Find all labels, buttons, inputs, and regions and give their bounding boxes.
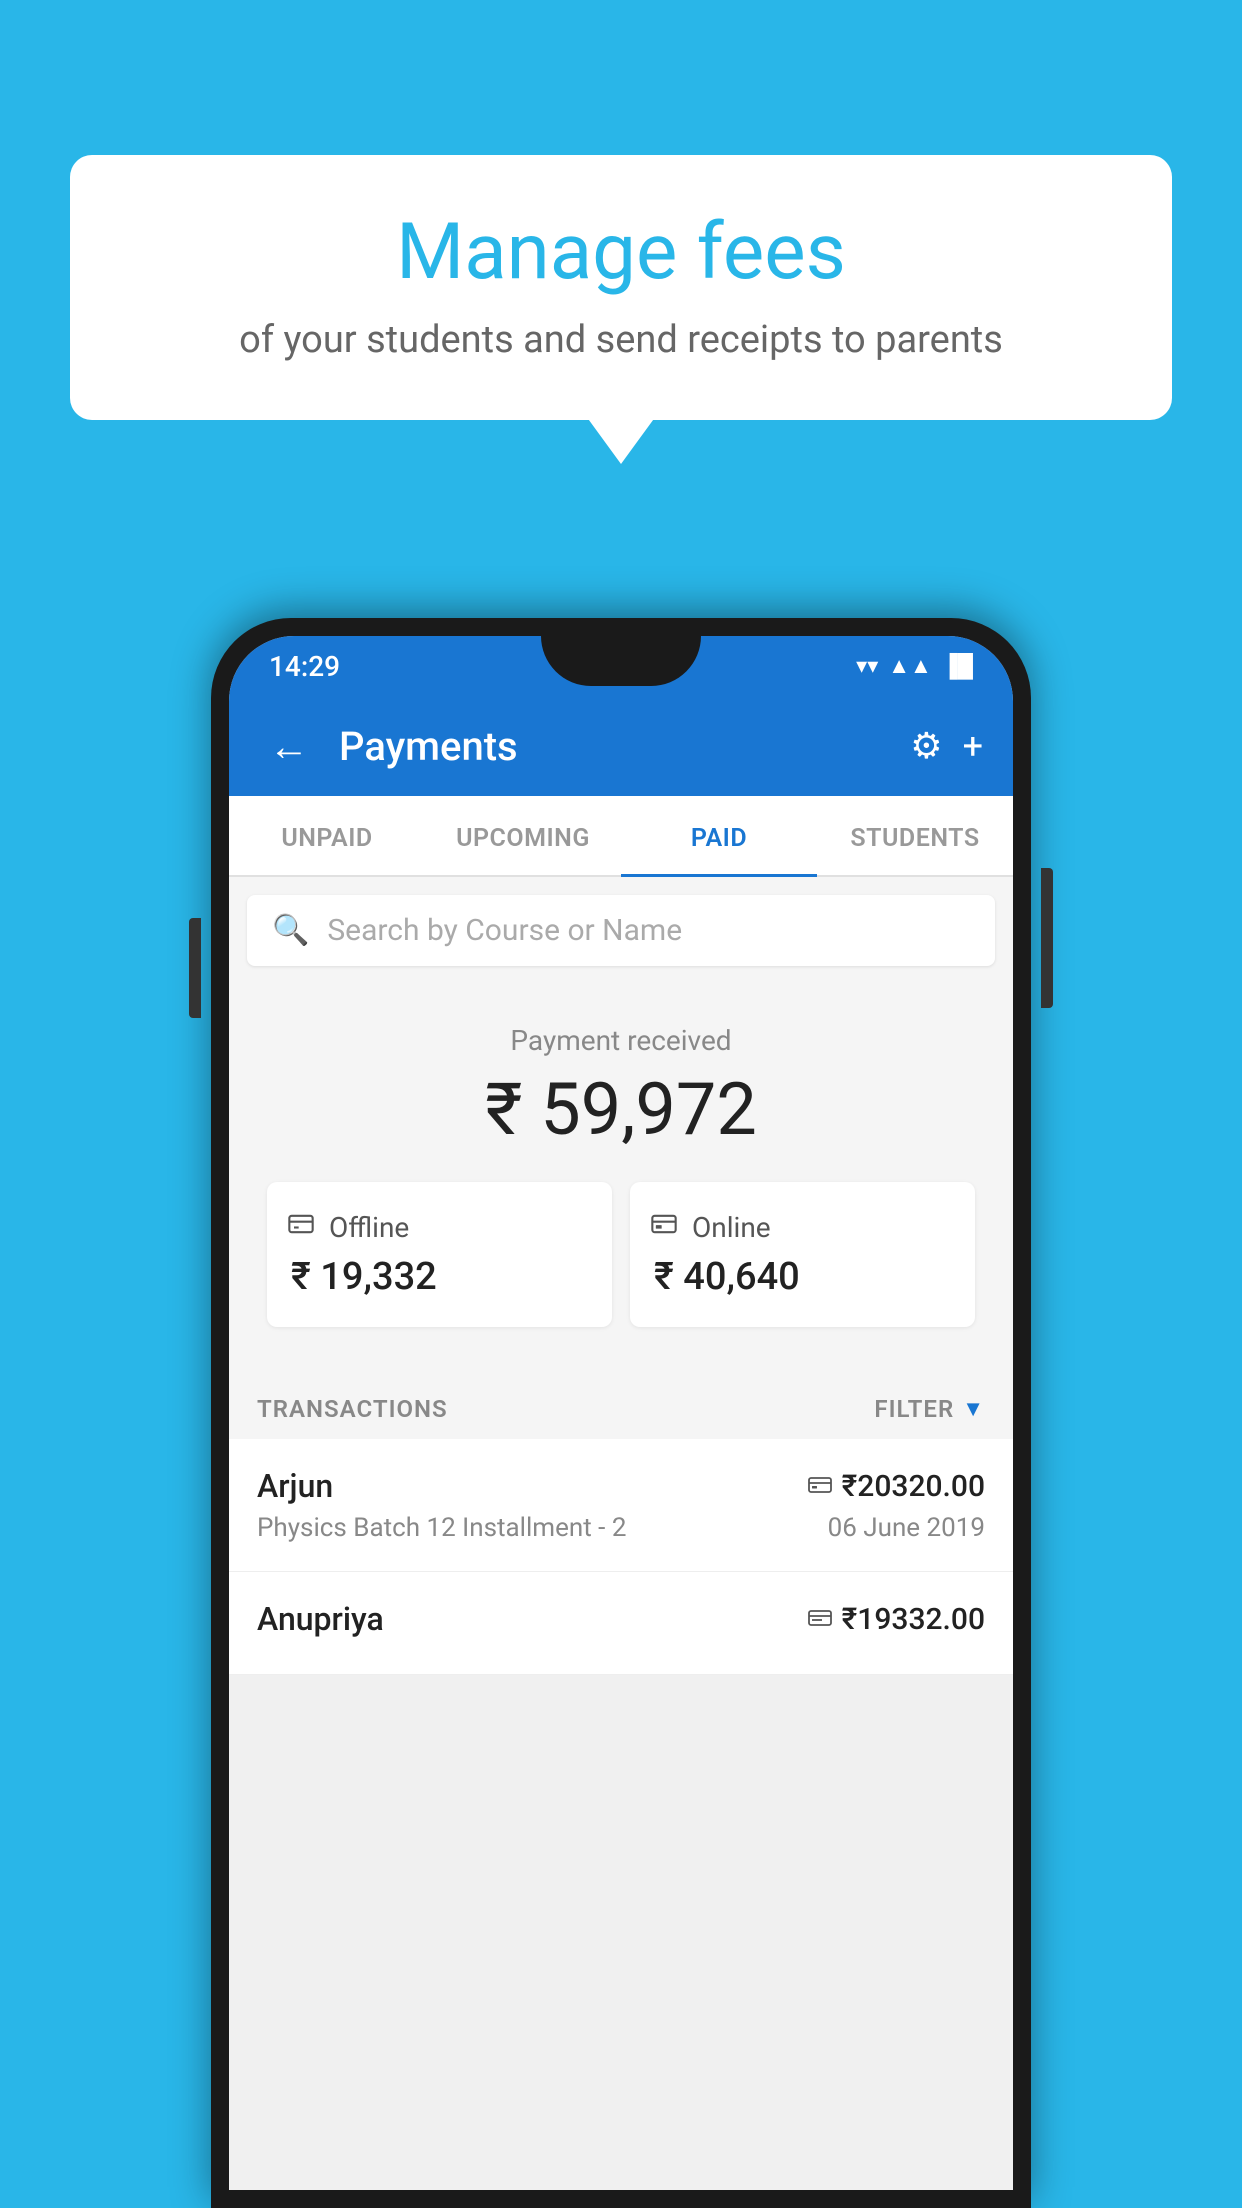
- tab-students[interactable]: STUDENTS: [817, 796, 1013, 875]
- back-button[interactable]: ←: [259, 713, 319, 780]
- filter-button[interactable]: FILTER ▼: [874, 1395, 985, 1423]
- offline-card-header: Offline: [287, 1210, 409, 1245]
- app-bar: ← Payments ⚙ +: [229, 696, 1013, 796]
- content-area: 🔍 Search by Course or Name Payment recei…: [229, 877, 1013, 1675]
- offline-icon: [287, 1210, 315, 1245]
- signal-icon: ▲▲: [888, 653, 932, 679]
- transaction-card-icon: [808, 1472, 832, 1500]
- transaction-card-icon: [808, 1605, 832, 1633]
- search-icon: 🔍: [272, 913, 309, 948]
- bubble-title: Manage fees: [130, 210, 1112, 296]
- bubble-subtitle: of your students and send receipts to pa…: [130, 316, 1112, 365]
- filter-label: FILTER: [874, 1395, 954, 1423]
- transaction-detail: Physics Batch 12 Installment - 2: [257, 1513, 626, 1543]
- transaction-name: Anupriya: [257, 1600, 384, 1638]
- offline-card: Offline ₹ 19,332: [267, 1182, 612, 1327]
- transaction-name: Arjun: [257, 1467, 333, 1505]
- filter-icon: ▼: [962, 1396, 985, 1422]
- online-card-header: Online: [650, 1210, 771, 1245]
- table-row[interactable]: Anupriya ₹19332.00: [229, 1572, 1013, 1675]
- payment-received-label: Payment received: [249, 1024, 993, 1057]
- transaction-row-top: Anupriya ₹19332.00: [257, 1600, 985, 1638]
- search-container[interactable]: 🔍 Search by Course or Name: [247, 895, 995, 966]
- transaction-amount: ₹20320.00: [842, 1469, 985, 1504]
- app-bar-title: Payments: [339, 723, 890, 770]
- online-label: Online: [692, 1211, 771, 1244]
- online-icon: [650, 1210, 678, 1245]
- tab-upcoming[interactable]: UPCOMING: [425, 796, 621, 875]
- status-time: 14:29: [269, 650, 340, 683]
- wifi-icon: ▾▾: [856, 654, 878, 679]
- phone-screen: 14:29 ▾▾ ▲▲ ▐█ ← Payments ⚙ + UNPAID UPC…: [229, 636, 1013, 2190]
- online-amount: ₹ 40,640: [650, 1255, 800, 1299]
- transaction-row-top: Arjun ₹20320.00: [257, 1467, 985, 1505]
- side-button-right: [1041, 868, 1053, 1008]
- offline-label: Offline: [329, 1211, 409, 1244]
- transactions-label: TRANSACTIONS: [257, 1395, 448, 1423]
- transaction-amount: ₹19332.00: [842, 1602, 985, 1637]
- speech-bubble-container: Manage fees of your students and send re…: [70, 155, 1172, 420]
- transaction-amount-wrap: ₹20320.00: [808, 1469, 985, 1504]
- table-row[interactable]: Arjun ₹20320.00: [229, 1439, 1013, 1572]
- side-button-left: [189, 918, 201, 1018]
- tabs-bar: UNPAID UPCOMING PAID STUDENTS: [229, 796, 1013, 877]
- transaction-list: Arjun ₹20320.00: [229, 1439, 1013, 1675]
- add-icon[interactable]: +: [963, 725, 983, 767]
- phone-notch: [541, 636, 701, 686]
- app-bar-icons: ⚙ +: [910, 725, 983, 767]
- offline-amount: ₹ 19,332: [287, 1255, 437, 1299]
- payment-received-section: Payment received ₹ 59,972: [229, 984, 1013, 1367]
- transaction-row-bottom: Physics Batch 12 Installment - 2 06 June…: [257, 1513, 985, 1543]
- search-input[interactable]: Search by Course or Name: [327, 913, 682, 948]
- status-icons: ▾▾ ▲▲ ▐█: [856, 653, 973, 679]
- phone-frame: 14:29 ▾▾ ▲▲ ▐█ ← Payments ⚙ + UNPAID UPC…: [211, 618, 1031, 2208]
- online-card: Online ₹ 40,640: [630, 1182, 975, 1327]
- transaction-date: 06 June 2019: [828, 1513, 985, 1543]
- payment-cards: Offline ₹ 19,332: [249, 1182, 993, 1327]
- payment-total-amount: ₹ 59,972: [249, 1067, 993, 1152]
- transaction-amount-wrap: ₹19332.00: [808, 1602, 985, 1637]
- tab-unpaid[interactable]: UNPAID: [229, 796, 425, 875]
- transactions-header: TRANSACTIONS FILTER ▼: [229, 1367, 1013, 1439]
- battery-icon: ▐█: [942, 653, 973, 679]
- speech-bubble: Manage fees of your students and send re…: [70, 155, 1172, 420]
- tab-paid[interactable]: PAID: [621, 796, 817, 875]
- settings-icon[interactable]: ⚙: [910, 725, 942, 767]
